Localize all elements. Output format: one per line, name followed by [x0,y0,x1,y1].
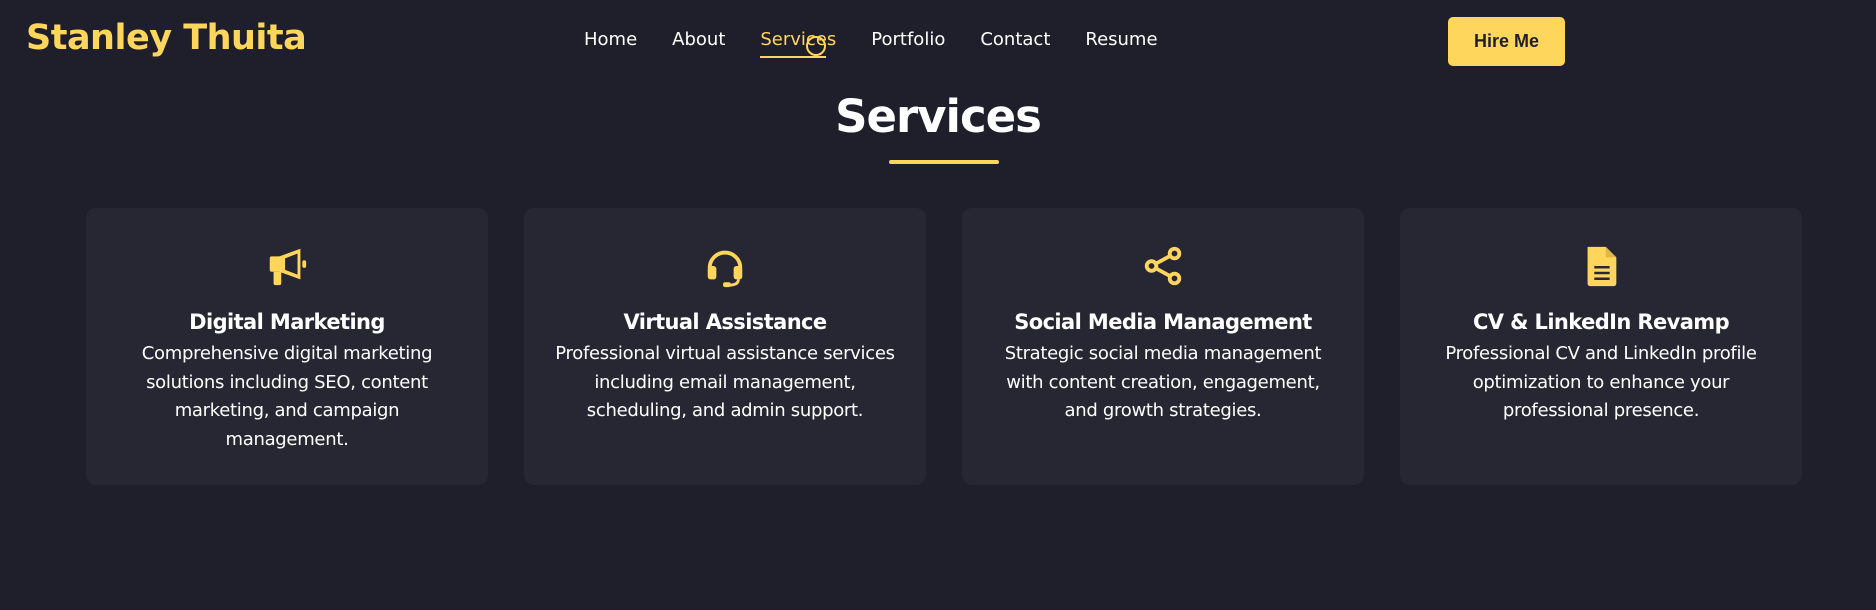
share-icon [1138,241,1188,291]
headset-icon [700,241,750,291]
service-description: Professional virtual assistance services… [555,343,895,421]
service-card-digital-marketing: Digital Marketing Comprehensive digital … [86,208,488,485]
document-icon [1576,241,1626,291]
nav-resume[interactable]: Resume [1085,29,1157,56]
cursor-ring-icon [806,36,826,56]
nav-about[interactable]: About [672,29,725,56]
page: Stanley Thuita Home About Services Portf… [0,0,1876,610]
hire-me-button[interactable]: Hire Me [1448,17,1565,66]
nav-portfolio[interactable]: Portfolio [871,29,945,56]
service-card-virtual-assistance: Virtual Assistance Professional virtual … [524,208,926,485]
nav-contact[interactable]: Contact [980,29,1050,56]
service-description: Strategic social media management with c… [1004,343,1322,421]
section-title: Services [835,90,1042,143]
services-grid: Digital Marketing Comprehensive digital … [86,208,1802,485]
brand-logo[interactable]: Stanley Thuita [26,18,307,58]
main-nav: Home About Services Portfolio Contact Re… [584,29,1158,58]
title-underline [889,160,999,164]
service-title: Digital Marketing [189,310,385,334]
service-description: Professional CV and LinkedIn profile opt… [1445,343,1757,421]
service-card-cv-linkedin: CV & LinkedIn Revamp Professional CV and… [1400,208,1802,485]
service-card-social-media: Social Media Management Strategic social… [962,208,1364,485]
service-title: Virtual Assistance [623,310,827,334]
nav-home[interactable]: Home [584,29,637,56]
service-description: Comprehensive digital marketing solution… [141,343,433,450]
megaphone-icon [262,241,312,291]
service-title: CV & LinkedIn Revamp [1472,310,1730,334]
service-title: Social Media Management [1014,310,1312,334]
